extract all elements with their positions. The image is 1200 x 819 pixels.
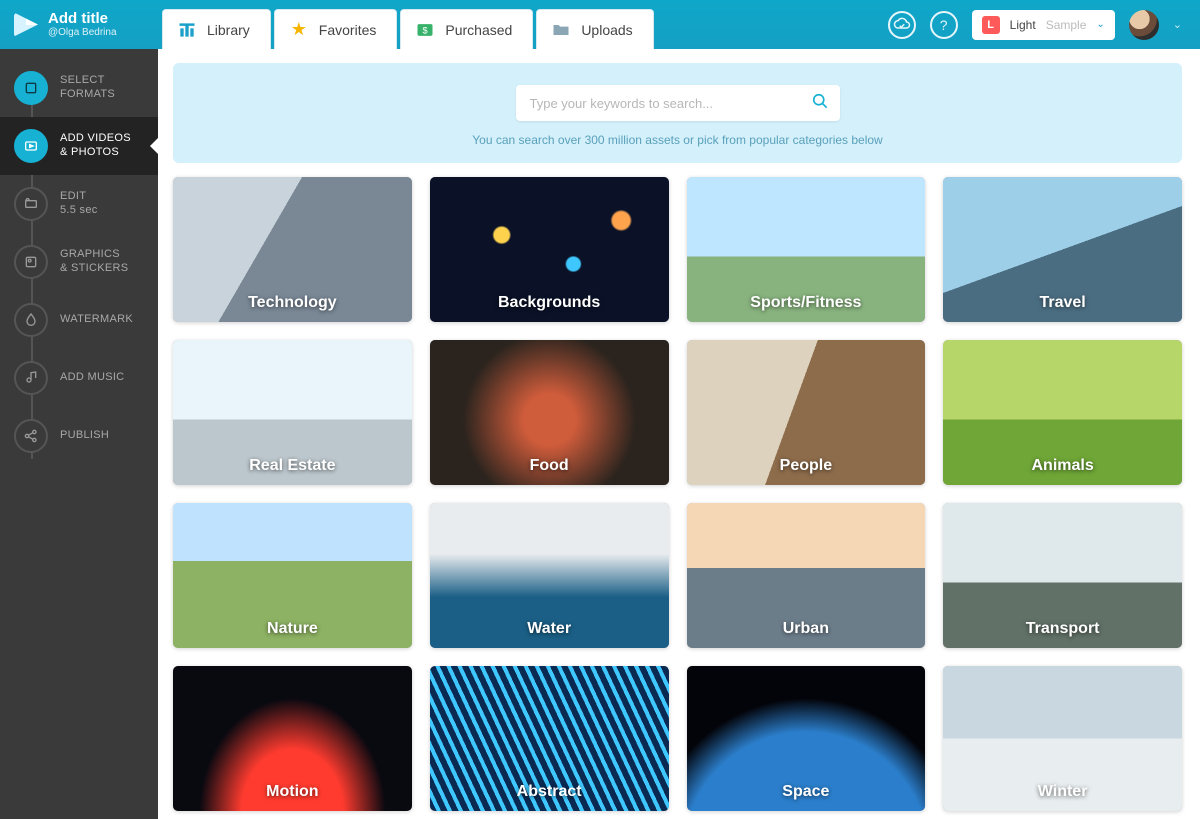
category-label: Urban bbox=[687, 620, 926, 638]
category-card[interactable]: Winter bbox=[943, 666, 1182, 811]
search-panel: You can search over 300 million assets o… bbox=[173, 63, 1182, 163]
share-icon bbox=[14, 419, 48, 453]
library-icon bbox=[177, 20, 197, 40]
tab-uploads[interactable]: Uploads bbox=[536, 9, 653, 49]
cloud-sync-icon[interactable] bbox=[888, 11, 916, 39]
media-icon bbox=[14, 129, 48, 163]
step-label: SELECT FORMATS bbox=[60, 74, 115, 102]
chevron-down-icon[interactable]: ⌄ bbox=[1173, 18, 1182, 31]
tab-label: Uploads bbox=[581, 22, 632, 38]
category-card[interactable]: Abstract bbox=[430, 666, 669, 811]
step-watermark[interactable]: WATERMARK bbox=[0, 291, 158, 349]
category-label: Sports/Fitness bbox=[687, 294, 926, 312]
edit-icon bbox=[14, 187, 48, 221]
category-label: Water bbox=[430, 620, 669, 638]
svg-text:$: $ bbox=[423, 25, 428, 35]
tab-purchased[interactable]: $ Purchased bbox=[400, 9, 533, 49]
theme-name: Light bbox=[1010, 18, 1036, 32]
user-avatar[interactable] bbox=[1129, 10, 1159, 40]
step-label: GRAPHICS & STICKERS bbox=[60, 248, 128, 276]
step-label: EDIT 5.5 sec bbox=[60, 190, 98, 218]
category-label: Abstract bbox=[430, 783, 669, 801]
step-label: ADD VIDEOS & PHOTOS bbox=[60, 132, 131, 160]
step-edit[interactable]: EDIT 5.5 sec bbox=[0, 175, 158, 233]
help-icon[interactable]: ? bbox=[930, 11, 958, 39]
category-card[interactable]: Animals bbox=[943, 340, 1182, 485]
brand-text: Add title @Olga Bedrina bbox=[48, 11, 117, 39]
category-card[interactable]: Sports/Fitness bbox=[687, 177, 926, 322]
category-label: People bbox=[687, 457, 926, 475]
category-label: Technology bbox=[173, 294, 412, 312]
theme-sample: Sample bbox=[1046, 18, 1087, 32]
tab-label: Favorites bbox=[319, 22, 377, 38]
category-card[interactable]: Urban bbox=[687, 503, 926, 648]
category-grid: Technology Backgrounds Sports/Fitness Trave… bbox=[173, 177, 1182, 811]
app-logo-icon bbox=[14, 13, 38, 37]
main-content: You can search over 300 million assets o… bbox=[158, 49, 1200, 819]
category-label: Food bbox=[430, 457, 669, 475]
star-icon: ★ bbox=[289, 20, 309, 40]
category-card[interactable]: Travel bbox=[943, 177, 1182, 322]
category-label: Winter bbox=[943, 783, 1182, 801]
category-card[interactable]: Real Estate bbox=[173, 340, 412, 485]
search-box[interactable] bbox=[516, 85, 840, 121]
money-icon: $ bbox=[415, 20, 435, 40]
top-tabs: Library ★ Favorites $ Purchased Uploads bbox=[162, 0, 654, 49]
category-card[interactable]: Water bbox=[430, 503, 669, 648]
topbar-right: ? L Light Sample ⌄ ⌄ bbox=[888, 10, 1200, 40]
category-label: Nature bbox=[173, 620, 412, 638]
tab-library[interactable]: Library bbox=[162, 9, 271, 49]
category-label: Space bbox=[687, 783, 926, 801]
sidebar: SELECT FORMATS ADD VIDEOS & PHOTOS EDIT … bbox=[0, 49, 158, 819]
step-label: PUBLISH bbox=[60, 429, 109, 443]
category-label: Travel bbox=[943, 294, 1182, 312]
step-select-formats[interactable]: SELECT FORMATS bbox=[0, 59, 158, 117]
category-card[interactable]: Transport bbox=[943, 503, 1182, 648]
step-graphics[interactable]: GRAPHICS & STICKERS bbox=[0, 233, 158, 291]
watermark-icon bbox=[14, 303, 48, 337]
category-card[interactable]: Backgrounds bbox=[430, 177, 669, 322]
step-label: WATERMARK bbox=[60, 313, 133, 327]
project-author: @Olga Bedrina bbox=[48, 27, 117, 38]
step-add-videos[interactable]: ADD VIDEOS & PHOTOS bbox=[0, 117, 158, 175]
category-card[interactable]: People bbox=[687, 340, 926, 485]
search-input[interactable] bbox=[530, 96, 802, 111]
category-card[interactable]: Technology bbox=[173, 177, 412, 322]
category-card[interactable]: Food bbox=[430, 340, 669, 485]
search-icon[interactable] bbox=[810, 91, 830, 116]
category-label: Real Estate bbox=[173, 457, 412, 475]
chevron-down-icon: ⌄ bbox=[1096, 19, 1104, 30]
theme-badge-icon: L bbox=[982, 16, 1000, 34]
category-label: Backgrounds bbox=[430, 294, 669, 312]
step-label: ADD MUSIC bbox=[60, 371, 124, 385]
topbar: Add title @Olga Bedrina Library ★ Favori… bbox=[0, 0, 1200, 49]
category-card[interactable]: Space bbox=[687, 666, 926, 811]
folder-icon bbox=[551, 20, 571, 40]
step-add-music[interactable]: ADD MUSIC bbox=[0, 349, 158, 407]
category-card[interactable]: Nature bbox=[173, 503, 412, 648]
music-icon bbox=[14, 361, 48, 395]
tab-favorites[interactable]: ★ Favorites bbox=[274, 9, 398, 49]
category-card[interactable]: Motion bbox=[173, 666, 412, 811]
body: SELECT FORMATS ADD VIDEOS & PHOTOS EDIT … bbox=[0, 49, 1200, 819]
tab-label: Library bbox=[207, 22, 250, 38]
project-title[interactable]: Add title bbox=[48, 11, 117, 28]
brand-area: Add title @Olga Bedrina bbox=[0, 11, 158, 39]
graphics-icon bbox=[14, 245, 48, 279]
category-label: Motion bbox=[173, 783, 412, 801]
tab-label: Purchased bbox=[445, 22, 512, 38]
search-hint: You can search over 300 million assets o… bbox=[472, 133, 882, 147]
category-label: Animals bbox=[943, 457, 1182, 475]
theme-selector[interactable]: L Light Sample ⌄ bbox=[972, 10, 1115, 40]
formats-icon bbox=[14, 71, 48, 105]
category-label: Transport bbox=[943, 620, 1182, 638]
step-publish[interactable]: PUBLISH bbox=[0, 407, 158, 465]
